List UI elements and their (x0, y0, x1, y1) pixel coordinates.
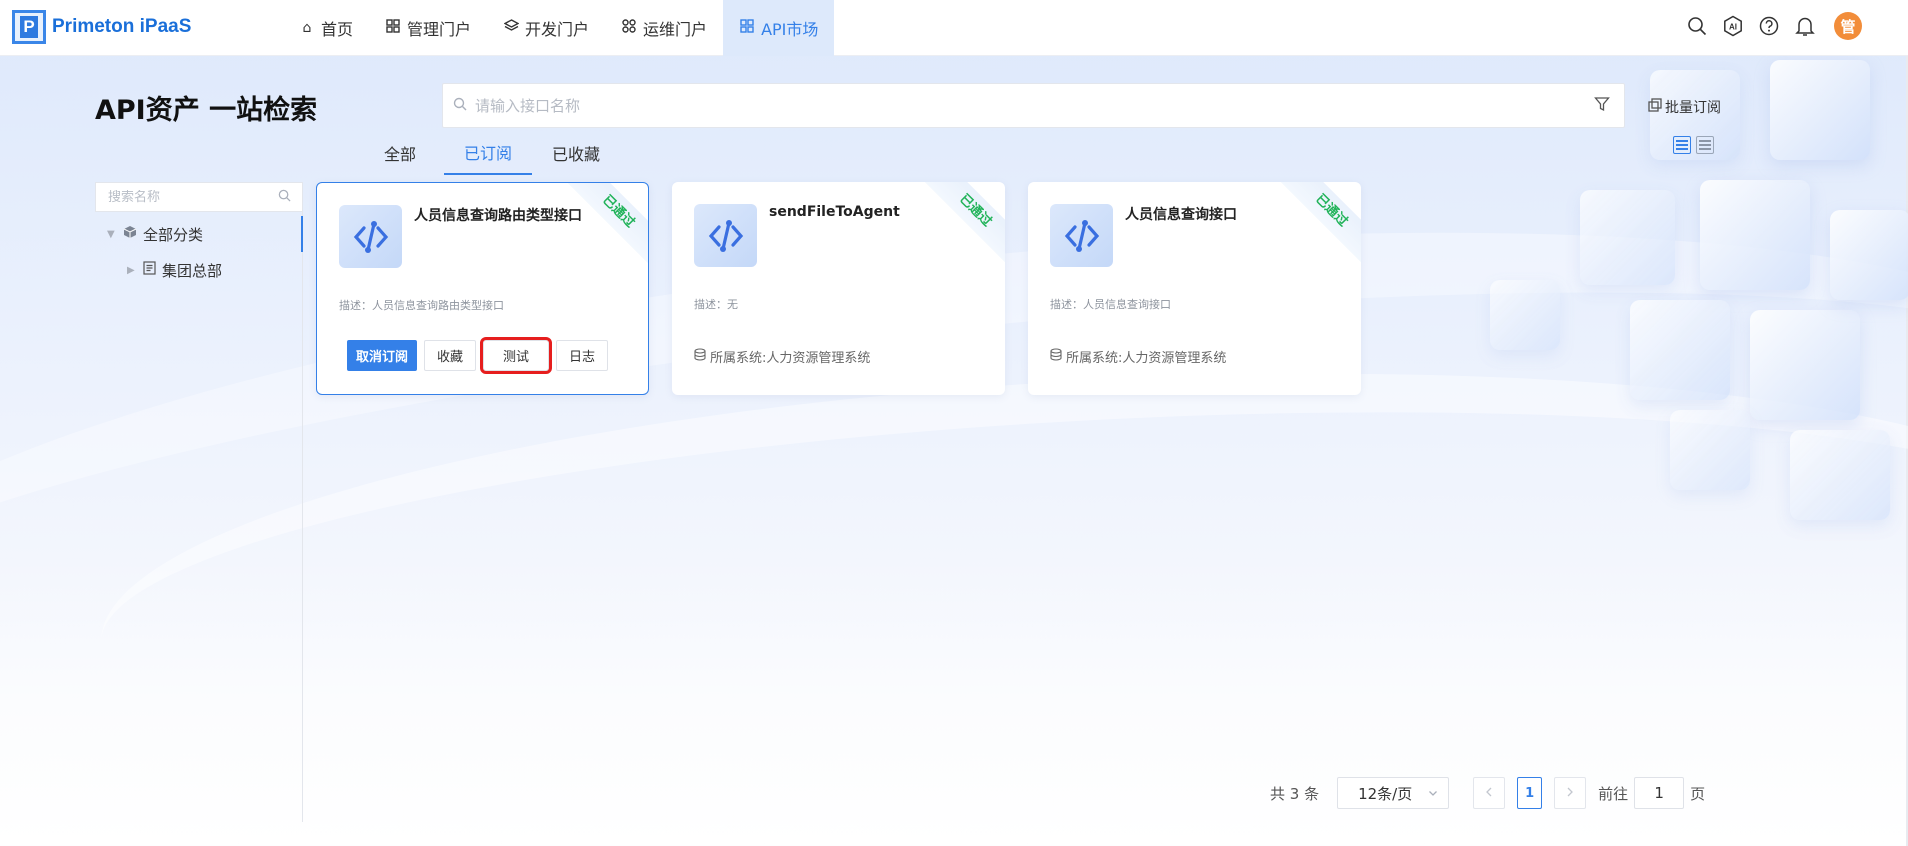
database-icon (1050, 348, 1062, 365)
nav-item-label: 首页 (321, 20, 354, 39)
card-view-icon[interactable] (1673, 136, 1691, 154)
log-button[interactable]: 日志 (556, 340, 609, 371)
tree-node-all-categories[interactable]: ▼ 全部分类 (95, 216, 303, 252)
pagination: 共 3 条 12条/页 1 前往 页 (1270, 777, 1705, 809)
api-card-description: 描述：人员信息查询路由类型接口 (339, 299, 504, 312)
tree-node-label: 集团总部 (162, 261, 223, 280)
nav-item-dev-portal[interactable]: 开发门户 (487, 0, 605, 56)
api-card-system-label: 所属系统:人力资源管理系统 (1066, 351, 1227, 366)
search-icon (278, 188, 292, 206)
tree-node-label: 全部分类 (143, 225, 204, 244)
search-icon[interactable] (1686, 15, 1708, 37)
chevron-down-icon (1428, 784, 1438, 802)
page-number-button[interactable]: 1 (1517, 777, 1543, 809)
main-nav: ⌂ 首页 管理门户 开发门户 运维门户 API市场 (283, 0, 835, 56)
status-badge: 已通过 (914, 182, 1005, 272)
api-search-box (442, 83, 1625, 128)
filter-icon[interactable] (1594, 96, 1614, 116)
category-search-box (95, 182, 303, 212)
goto-label: 前往 (1598, 784, 1629, 803)
bell-icon[interactable] (1794, 15, 1816, 37)
logo-icon: P (12, 10, 46, 44)
next-page-button[interactable] (1554, 777, 1587, 809)
app-name: Primeton iPaaS (52, 16, 192, 37)
batch-subscribe-label: 批量订阅 (1665, 100, 1721, 116)
apps-icon (621, 19, 637, 37)
test-button[interactable]: 测试 (480, 337, 553, 374)
cube-icon (123, 225, 137, 243)
svg-text:AI: AI (1729, 23, 1737, 32)
batch-subscribe-icon (1648, 98, 1662, 116)
api-card-system: 所属系统:人力资源管理系统 (694, 347, 870, 366)
api-card-title: sendFileToAgent (769, 204, 900, 220)
caret-down-icon: ▼ (107, 228, 115, 240)
total-count: 共 3 条 (1270, 784, 1320, 803)
api-card[interactable]: sendFileToAgent 已通过 描述：无 所属系统:人力资源管理系统 (672, 182, 1005, 395)
nav-item-label: API市场 (761, 20, 819, 39)
api-card[interactable]: 人员信息查询路由类型接口 已通过 描述：人员信息查询路由类型接口 取消订阅 收藏… (316, 182, 649, 395)
api-card-system: 所属系统:人力资源管理系统 (1050, 347, 1226, 366)
document-icon (143, 261, 156, 279)
nav-item-ops-portal[interactable]: 运维门户 (605, 0, 723, 56)
api-card[interactable]: 人员信息查询接口 已通过 描述：人员信息查询接口 所属系统:人力资源管理系统 (1028, 182, 1361, 395)
tab-all[interactable]: 全部 (356, 130, 444, 175)
api-link-icon (339, 205, 402, 268)
nav-item-admin-portal[interactable]: 管理门户 (369, 0, 487, 56)
api-card-system-label: 所属系统:人力资源管理系统 (710, 351, 871, 366)
api-card-actions: 取消订阅 收藏 测试 日志 (347, 337, 609, 374)
api-search-input[interactable] (475, 84, 1594, 127)
caret-right-icon: ▶ (127, 264, 135, 276)
help-icon[interactable] (1758, 15, 1780, 37)
api-card-description: 描述：无 (694, 298, 738, 311)
category-sidebar: ▼ 全部分类 ▶ 集团总部 (95, 182, 303, 822)
page-size-value: 12条/页 (1358, 784, 1413, 803)
list-view-icon[interactable] (1696, 136, 1714, 154)
status-badge: 已通过 (1270, 182, 1361, 272)
chevron-left-icon (1485, 786, 1493, 801)
api-link-icon (1050, 204, 1113, 267)
user-avatar[interactable]: 管 (1834, 12, 1862, 40)
category-search-input[interactable] (108, 189, 278, 205)
page-size-select[interactable]: 12条/页 (1337, 777, 1450, 809)
page-unit-label: 页 (1690, 784, 1706, 803)
favorite-button[interactable]: 收藏 (424, 340, 477, 371)
subscription-tabs: 全部 已订阅 已收藏 (356, 130, 620, 175)
grid-icon (739, 19, 755, 37)
batch-subscribe-button[interactable]: 批量订阅 (1648, 97, 1721, 117)
tab-subscribed[interactable]: 已订阅 (444, 130, 532, 175)
ai-assistant-icon[interactable]: AI (1722, 15, 1744, 37)
app-logo[interactable]: P Primeton iPaaS (12, 10, 191, 44)
header-tools: AI 管 (1686, 12, 1862, 40)
nav-item-label: 运维门户 (643, 20, 708, 39)
api-link-icon (694, 204, 757, 267)
tree-node-group-hq[interactable]: ▶ 集团总部 (95, 252, 302, 288)
chevron-right-icon (1566, 786, 1574, 801)
goto-page-input[interactable] (1634, 777, 1685, 809)
layers-icon (503, 19, 520, 37)
page-title: API资产 一站检索 (95, 95, 318, 126)
nav-item-label: 开发门户 (525, 20, 590, 39)
nav-item-api-market[interactable]: API市场 (723, 0, 835, 56)
top-navigation-bar: P Primeton iPaaS ⌂ 首页 管理门户 开发门户 运维门户 API… (0, 0, 1908, 56)
home-icon: ⌂ (302, 20, 312, 36)
api-card-title: 人员信息查询路由类型接口 (414, 208, 582, 224)
nav-item-label: 管理门户 (407, 20, 472, 39)
search-icon (453, 97, 469, 115)
unsubscribe-button[interactable]: 取消订阅 (347, 340, 418, 371)
api-card-title: 人员信息查询接口 (1125, 207, 1237, 223)
api-card-description: 描述：人员信息查询接口 (1050, 298, 1171, 311)
view-toggle (1673, 136, 1714, 154)
nav-item-home[interactable]: ⌂ 首页 (283, 0, 369, 56)
tab-favorites[interactable]: 已收藏 (532, 130, 620, 175)
grid-icon (385, 19, 401, 37)
status-badge: 已通过 (557, 183, 648, 273)
database-icon (694, 348, 706, 365)
prev-page-button[interactable] (1473, 777, 1506, 809)
